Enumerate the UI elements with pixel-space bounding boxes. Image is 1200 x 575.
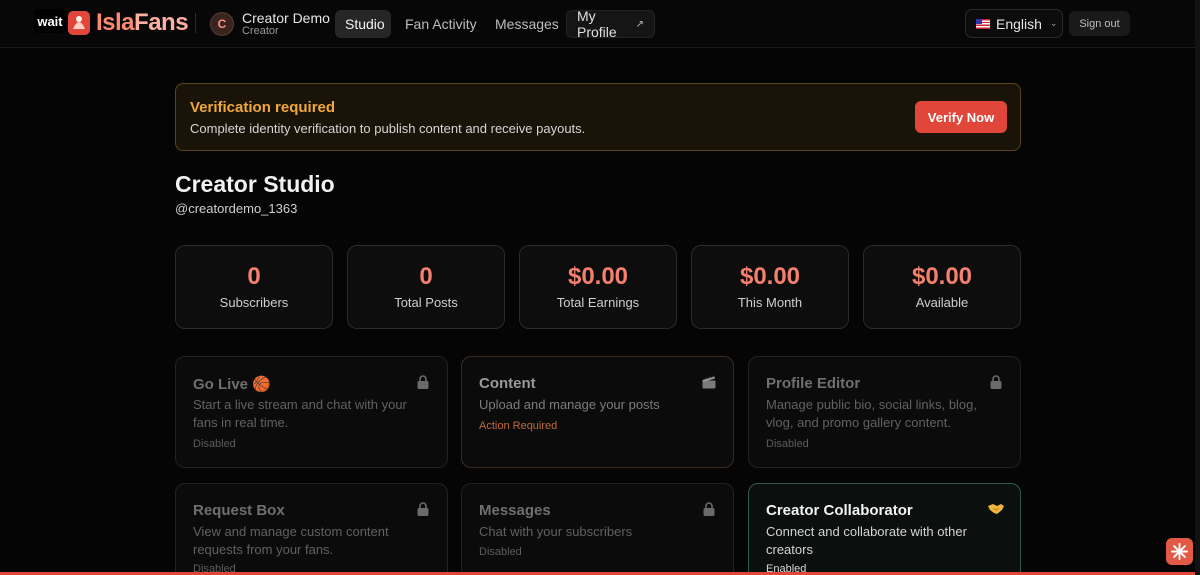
- logo-isla-text: Isla: [96, 9, 135, 36]
- stat-label: Subscribers: [219, 295, 289, 310]
- page-title: Creator Studio: [175, 171, 335, 197]
- banner-text: Complete identity verification to publis…: [190, 121, 586, 136]
- verification-banner: Verification required Complete identity …: [175, 83, 1021, 151]
- card-title: Creator Collaborator: [766, 502, 913, 519]
- stat-label: This Month: [737, 295, 803, 310]
- card-title: Messages: [479, 502, 551, 519]
- chevron-down-icon: ⌄: [1049, 18, 1058, 28]
- nav-my-profile-label: My Profile: [577, 8, 617, 40]
- card-title: Profile Editor: [766, 375, 861, 392]
- nav-studio-label: Studio: [345, 16, 385, 32]
- card-title: Go Live 🏀: [193, 376, 271, 393]
- card-status: Disabled: [766, 438, 809, 450]
- card-status: Disabled: [193, 438, 236, 450]
- stat-value: 0: [419, 263, 433, 290]
- stat-label: Total Posts: [394, 295, 458, 310]
- islafans-wordmark[interactable]: IslaFans: [96, 9, 189, 37]
- stat-this-month: $0.00 This Month: [691, 245, 849, 329]
- card-description: Start a live stream and chat with your f…: [193, 397, 407, 430]
- lock-icon: [703, 502, 715, 516]
- card-description: Manage public bio, social links, blog, v…: [766, 397, 978, 430]
- verify-now-button[interactable]: Verify Now: [915, 101, 1007, 133]
- nav-fan-activity[interactable]: Fan Activity: [395, 10, 487, 38]
- language-label: English: [996, 15, 1042, 32]
- clapperboard-icon: [702, 375, 716, 389]
- stat-value: 0: [247, 263, 261, 290]
- card-description: Connect and collaborate with other creat…: [766, 524, 967, 557]
- stat-value: $0.00: [567, 263, 629, 290]
- stat-available: $0.00 Available: [863, 245, 1021, 329]
- stat-total-posts: 0 Total Posts: [347, 245, 505, 329]
- nav-messages[interactable]: Messages: [485, 10, 569, 38]
- top-navigation-bar: wait IslaFans C Creator Demo Creator Stu…: [0, 0, 1195, 48]
- card-title: Request Box: [193, 502, 285, 519]
- card-messages[interactable]: Messages Chat with your subscribers Disa…: [461, 483, 734, 575]
- assistant-sparkle-button[interactable]: [1166, 538, 1193, 565]
- card-description: Upload and manage your posts: [479, 397, 660, 412]
- scrollbar[interactable]: [1195, 0, 1200, 575]
- card-title: Content: [479, 375, 536, 392]
- stat-label: Total Earnings: [556, 295, 640, 310]
- stat-subscribers: 0 Subscribers: [175, 245, 333, 329]
- stat-value: $0.00: [739, 263, 801, 290]
- us-flag-icon: [976, 18, 990, 29]
- card-description: Chat with your subscribers: [479, 524, 633, 539]
- sign-out-button[interactable]: Sign out: [1069, 11, 1130, 36]
- wait-logo[interactable]: wait: [34, 9, 66, 33]
- card-profile-editor[interactable]: Profile Editor Manage public bio, social…: [748, 356, 1021, 468]
- islafans-logo-icon[interactable]: [67, 10, 91, 36]
- nav-messages-label: Messages: [495, 16, 559, 32]
- banner-title: Verification required: [190, 99, 336, 116]
- header-divider: [195, 13, 196, 33]
- handshake-icon: [988, 504, 1004, 514]
- card-status: Disabled: [479, 546, 522, 558]
- card-status: Action Required: [479, 420, 558, 432]
- lock-icon: [417, 502, 429, 516]
- lock-icon: [990, 375, 1002, 389]
- lock-icon: [417, 375, 429, 389]
- stat-value: $0.00: [911, 263, 973, 290]
- card-description: View and manage custom content requests …: [193, 524, 389, 557]
- user-role: Creator: [242, 25, 279, 37]
- stat-total-earnings: $0.00 Total Earnings: [519, 245, 677, 329]
- sparkle-icon: [1170, 542, 1189, 561]
- nav-my-profile[interactable]: My Profile ↗: [566, 8, 655, 40]
- nav-fan-activity-label: Fan Activity: [405, 16, 477, 32]
- card-request-box[interactable]: Request Box View and manage custom conte…: [175, 483, 448, 575]
- creator-handle: @creatordemo_1363: [175, 201, 298, 216]
- card-go-live[interactable]: Go Live 🏀 Start a live stream and chat w…: [175, 356, 448, 468]
- logo-fans-text: Fans: [134, 9, 189, 36]
- avatar[interactable]: C: [210, 12, 234, 36]
- external-link-icon: ↗: [635, 18, 644, 30]
- user-name: Creator Demo: [242, 10, 330, 26]
- card-content[interactable]: Content Upload and manage your posts Act…: [461, 356, 734, 468]
- stat-label: Available: [915, 295, 969, 310]
- card-creator-collaborator[interactable]: Creator Collaborator Connect and collabo…: [748, 483, 1021, 575]
- language-selector[interactable]: English ⌄: [965, 9, 1063, 38]
- nav-studio[interactable]: Studio: [335, 10, 391, 38]
